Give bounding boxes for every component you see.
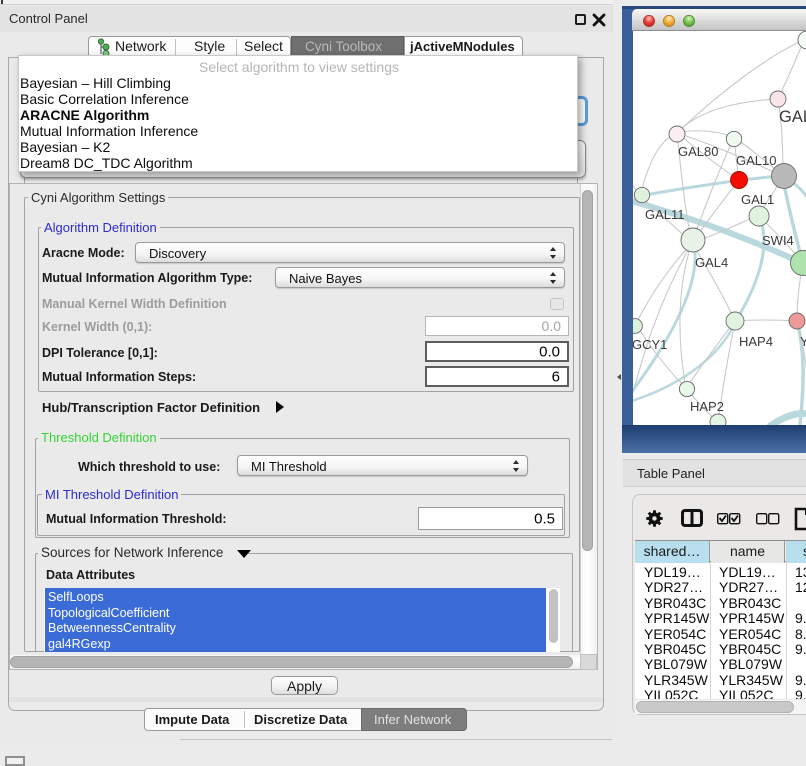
svg-text:HAP4: HAP4 [739,334,773,349]
svg-text:SWI4: SWI4 [762,233,794,248]
svg-text:GCY1: GCY1 [633,337,667,352]
svg-text:GAL4: GAL4 [695,255,728,270]
svg-text:GAL1: GAL1 [741,192,774,207]
svg-text:HAP2: HAP2 [690,399,724,414]
svg-text:GAL80: GAL80 [678,144,718,159]
svg-text:GAL11: GAL11 [645,207,685,222]
svg-text:GAL10: GAL10 [736,153,776,168]
svg-text:Y: Y [800,334,806,349]
svg-text:GAL7: GAL7 [779,108,806,126]
